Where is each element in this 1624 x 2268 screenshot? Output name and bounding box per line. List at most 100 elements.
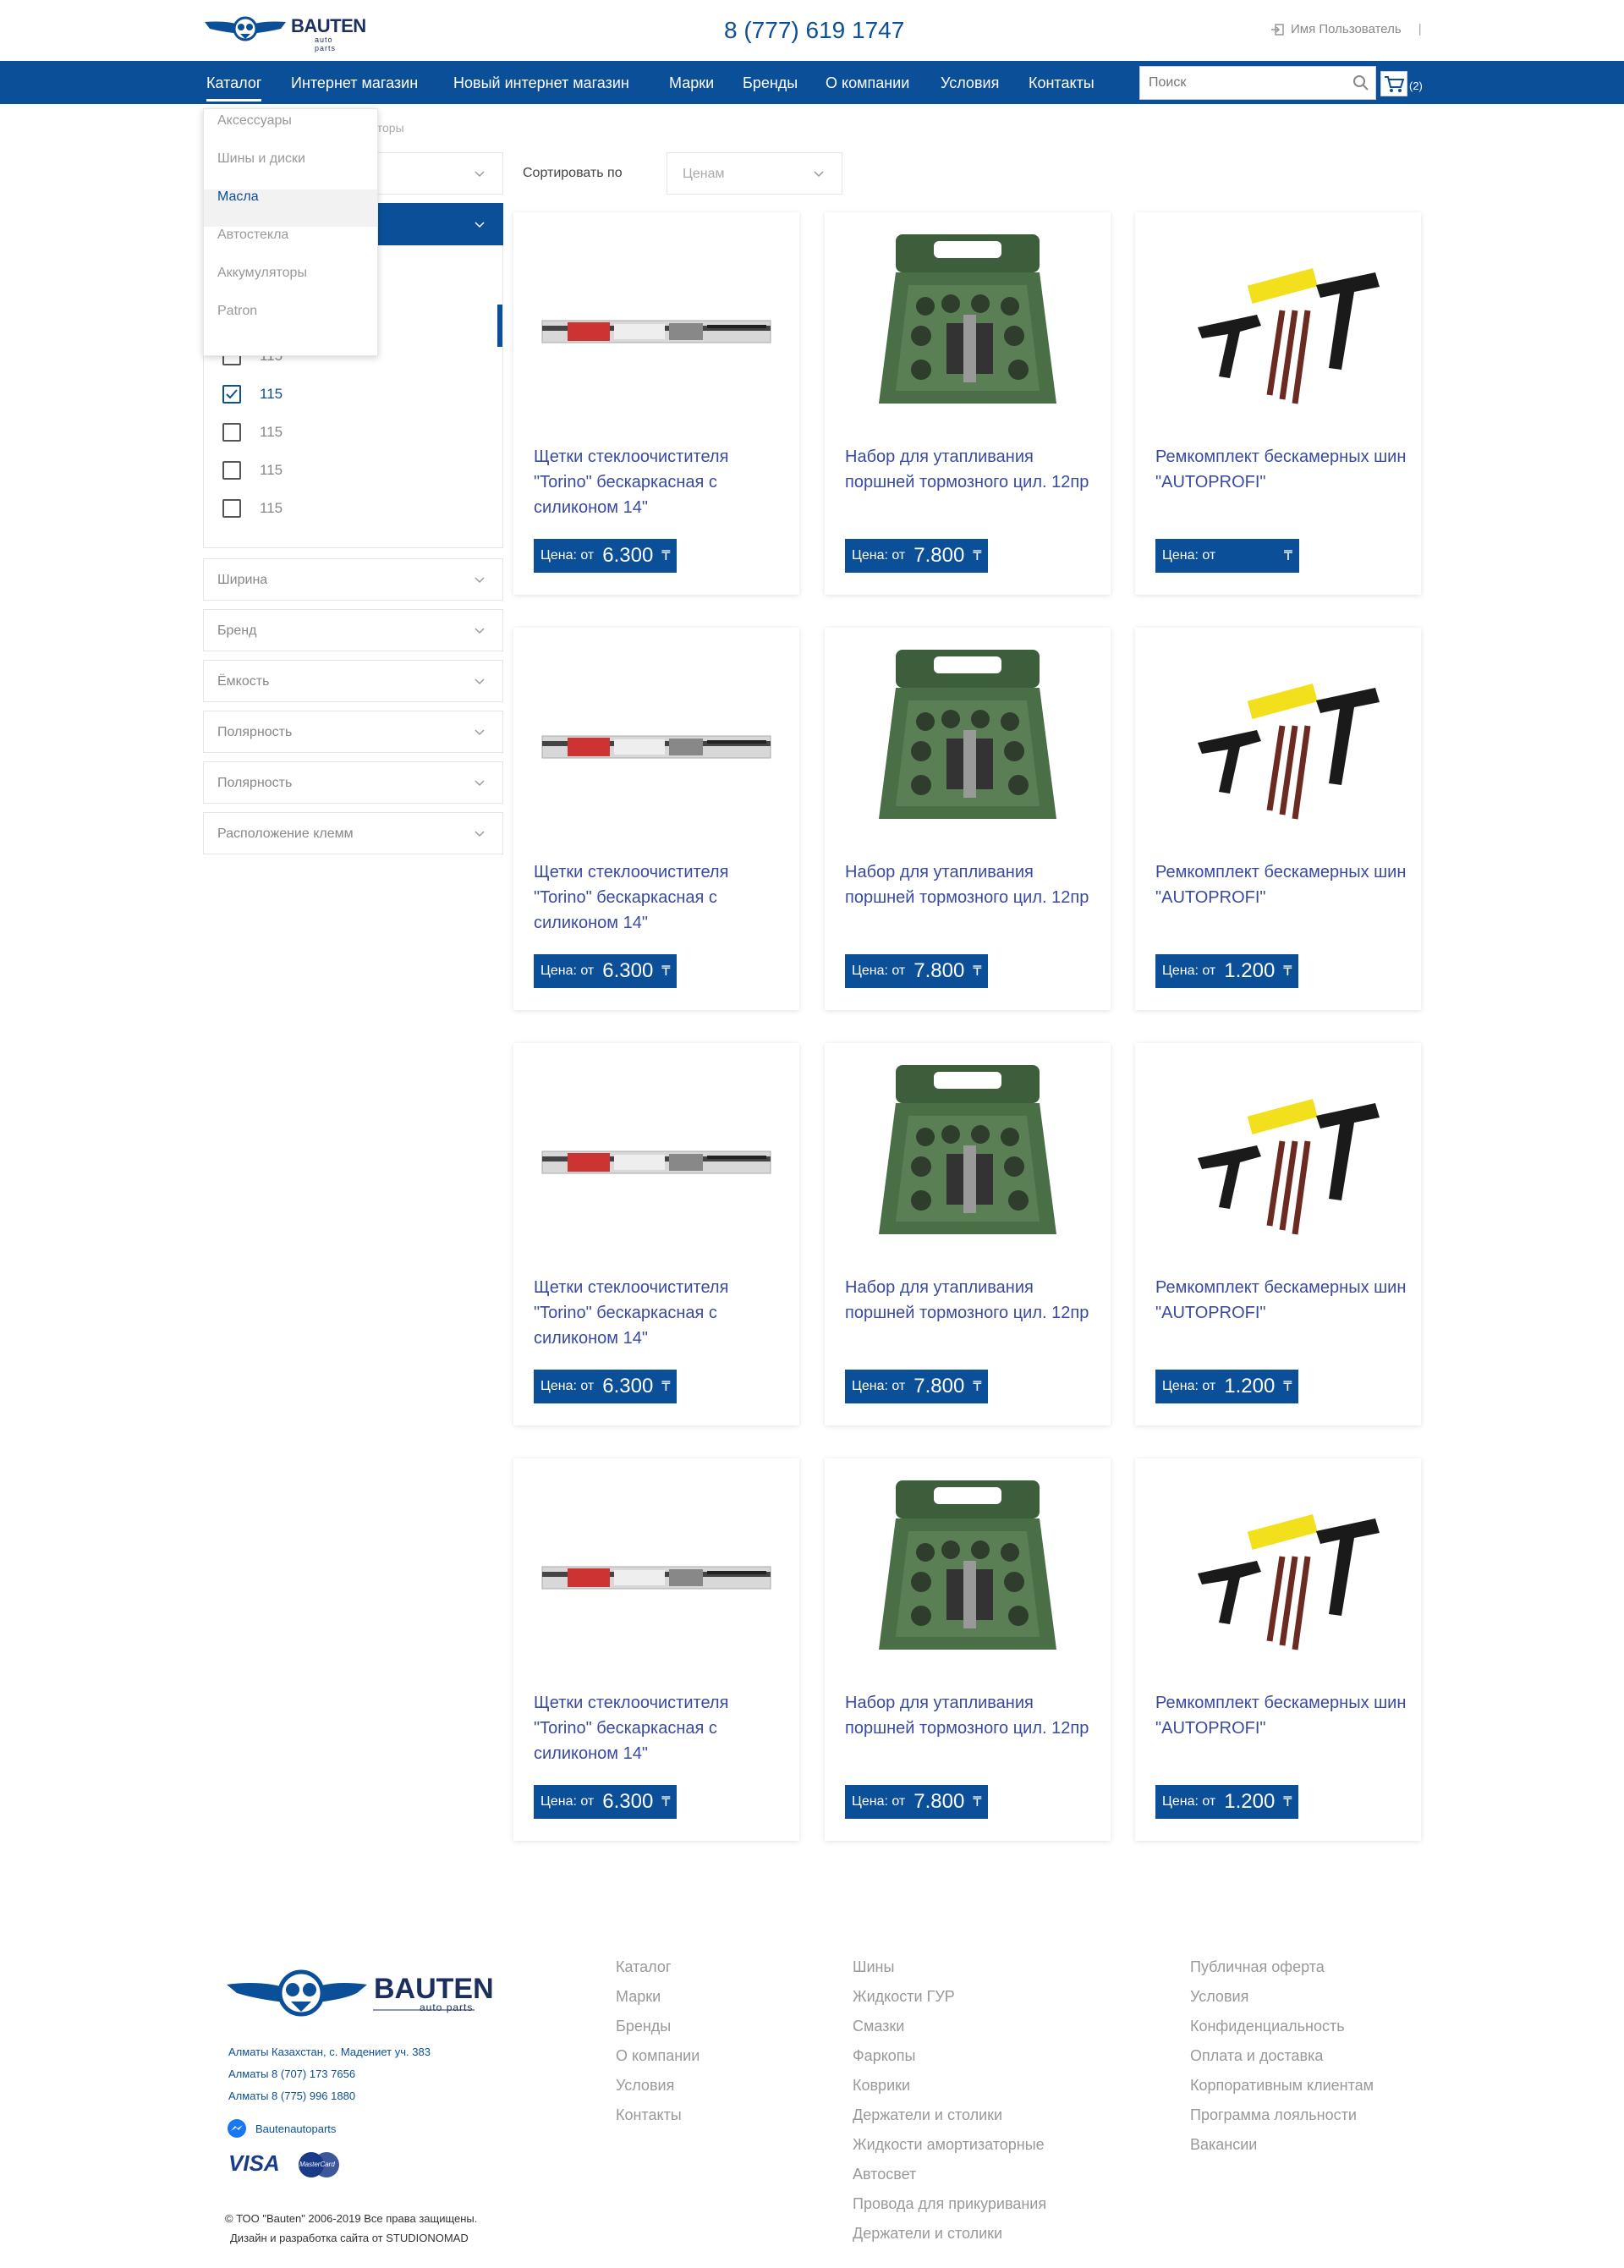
product-image[interactable] xyxy=(1155,226,1401,437)
product-card[interactable]: Ремкомплект бескамерных шин "AUTOPROFI" Ц… xyxy=(1135,1043,1421,1425)
nav-item-brands[interactable]: Бренды xyxy=(743,74,798,92)
product-card[interactable]: Ремкомплект бескамерных шин "AUTOPROFI" Ц… xyxy=(1135,628,1421,1010)
footer-link-info[interactable]: Корпоративным клиентам xyxy=(1190,2077,1374,2095)
product-card[interactable]: Щетки стеклоочистителя "Torino" бескарка… xyxy=(513,212,799,595)
product-image[interactable] xyxy=(1155,1472,1401,1683)
nav-item-about[interactable]: О компании xyxy=(826,74,909,92)
product-title[interactable]: Ремкомплект бескамерных шин "AUTOPROFI" xyxy=(1155,1275,1409,1326)
footer-logo[interactable]: BAUTEN auto parts xyxy=(225,1961,494,2022)
dropdown-item-accessories[interactable]: Аксессуары xyxy=(204,113,377,151)
product-image[interactable] xyxy=(534,1057,779,1268)
product-card[interactable]: Щетки стеклоочистителя "Torino" бескарка… xyxy=(513,1458,799,1841)
dropdown-item-oils[interactable]: Масла xyxy=(204,189,377,227)
product-image[interactable] xyxy=(845,641,1090,853)
footer-link-info[interactable]: Вакансии xyxy=(1190,2136,1257,2154)
dropdown-item-patron[interactable]: Patron xyxy=(204,304,377,341)
product-image[interactable] xyxy=(1155,641,1401,853)
product-card[interactable]: Ремкомплект бескамерных шин "AUTOPROFI" Ц… xyxy=(1135,1458,1421,1841)
product-title[interactable]: Набор для утапливания поршней тормозного… xyxy=(845,1690,1099,1741)
product-image[interactable] xyxy=(534,226,779,437)
filter-checkbox-row[interactable]: 115 xyxy=(222,385,283,404)
nav-item-conditions[interactable]: Условия xyxy=(941,74,999,92)
header-phone[interactable]: 8 (777) 619 1747 xyxy=(724,17,904,44)
footer-link-main[interactable]: О компании xyxy=(616,2047,700,2065)
product-card[interactable]: Ремкомплект бескамерных шин "AUTOPROFI" Ц… xyxy=(1135,212,1421,595)
footer-design-credit[interactable]: Дизайн и разработка сайта от STUDIONOMAD xyxy=(230,2232,469,2244)
filter-group-polarity-2[interactable]: Полярность xyxy=(203,761,503,804)
product-image[interactable] xyxy=(845,1472,1090,1683)
filter-group-polarity[interactable]: Полярность xyxy=(203,711,503,753)
site-logo[interactable]: BAUTEN auto parts xyxy=(203,12,366,52)
product-image[interactable] xyxy=(534,1472,779,1683)
product-card[interactable]: Набор для утапливания поршней тормозного… xyxy=(825,212,1111,595)
footer-link-main[interactable]: Бренды xyxy=(616,2018,671,2035)
footer-messenger[interactable]: Bautenautoparts xyxy=(227,2118,336,2139)
product-title[interactable]: Щетки стеклоочистителя "Torino" бескарка… xyxy=(534,1690,787,1766)
product-title[interactable]: Ремкомплект бескамерных шин "AUTOPROFI" xyxy=(1155,444,1409,495)
product-title[interactable]: Набор для утапливания поршней тормозного… xyxy=(845,1275,1099,1326)
product-card[interactable]: Набор для утапливания поршней тормозного… xyxy=(825,1458,1111,1841)
footer-link-main[interactable]: Условия xyxy=(616,2077,674,2095)
nav-item-catalog[interactable]: Каталог xyxy=(206,74,262,102)
product-title[interactable]: Ремкомплект бескамерных шин "AUTOPROFI" xyxy=(1155,1690,1409,1741)
dropdown-item-glass[interactable]: Автостекла xyxy=(204,228,377,265)
filter-checkbox-row[interactable]: 115 xyxy=(222,499,283,518)
footer-phone-2[interactable]: Алматы 8 (775) 996 1880 xyxy=(228,2090,355,2102)
product-image[interactable] xyxy=(534,641,779,853)
product-title[interactable]: Щетки стеклоочистителя "Torino" бескарка… xyxy=(534,859,787,936)
nav-item-contacts[interactable]: Контакты xyxy=(1029,74,1095,92)
footer-link-category[interactable]: Провода для прикуривания xyxy=(853,2195,1046,2213)
checkbox-checked[interactable] xyxy=(222,385,241,404)
footer-link-info[interactable]: Программа лояльности xyxy=(1190,2106,1357,2124)
footer-link-category[interactable]: Смазки xyxy=(853,2018,904,2035)
product-image[interactable] xyxy=(845,226,1090,437)
search-icon[interactable] xyxy=(1352,74,1370,92)
checkbox[interactable] xyxy=(222,423,241,442)
nav-item-online-store[interactable]: Интернет магазин xyxy=(291,74,418,92)
filter-group-terminals[interactable]: Расположение клемм xyxy=(203,812,503,854)
footer-link-info[interactable]: Публичная оферта xyxy=(1190,1958,1325,1976)
product-title[interactable]: Набор для утапливания поршней тормозного… xyxy=(845,444,1099,495)
footer-link-category[interactable]: Фаркопы xyxy=(853,2047,915,2065)
footer-link-category[interactable]: Шины xyxy=(853,1958,894,1976)
footer-link-category[interactable]: Автосвет xyxy=(853,2166,916,2183)
footer-link-main[interactable]: Марки xyxy=(616,1988,661,2006)
filter-group-width[interactable]: Ширина xyxy=(203,558,503,601)
nav-item-new-online-store[interactable]: Новый интернет магазин xyxy=(453,74,629,92)
filter-scrollbar[interactable] xyxy=(497,305,502,347)
product-title[interactable]: Щетки стеклоочистителя "Torino" бескарка… xyxy=(534,1275,787,1351)
product-image[interactable] xyxy=(1155,1057,1401,1268)
footer-link-category[interactable]: Коврики xyxy=(853,2077,910,2095)
checkbox[interactable] xyxy=(222,461,241,480)
product-title[interactable]: Набор для утапливания поршней тормозного… xyxy=(845,859,1099,910)
filter-group-brand[interactable]: Бренд xyxy=(203,609,503,651)
footer-link-info[interactable]: Условия xyxy=(1190,1988,1248,2006)
dropdown-item-tires[interactable]: Шины и диски xyxy=(204,151,377,189)
filter-checkbox-row[interactable]: 115 xyxy=(222,461,283,480)
cart-button[interactable] xyxy=(1380,71,1407,96)
sort-select[interactable]: Ценам xyxy=(667,152,842,195)
footer-link-info[interactable]: Оплата и доставка xyxy=(1190,2047,1323,2065)
product-title[interactable]: Щетки стеклоочистителя "Torino" бескарка… xyxy=(534,444,787,520)
nav-item-marks[interactable]: Марки xyxy=(669,74,714,92)
footer-link-main[interactable]: Контакты xyxy=(616,2106,682,2124)
footer-link-category[interactable]: Держатели и столики xyxy=(853,2106,1002,2124)
footer-link-category[interactable]: Жидкости амортизаторные xyxy=(853,2136,1045,2154)
dropdown-item-batteries[interactable]: Аккумуляторы xyxy=(204,266,377,303)
filter-checkbox-row[interactable]: 115 xyxy=(222,423,283,442)
footer-link-category[interactable]: Жидкости ГУР xyxy=(853,1988,955,2006)
user-menu[interactable]: Имя Пользователь | xyxy=(1270,22,1422,36)
footer-link-category[interactable]: Держатели и столики xyxy=(853,2225,1002,2243)
footer-link-main[interactable]: Каталог xyxy=(616,1958,671,1976)
product-card[interactable]: Набор для утапливания поршней тормозного… xyxy=(825,1043,1111,1425)
search-input[interactable] xyxy=(1140,67,1335,99)
product-card[interactable]: Щетки стеклоочистителя "Torino" бескарка… xyxy=(513,628,799,1010)
footer-link-info[interactable]: Конфиденциальность xyxy=(1190,2018,1345,2035)
filter-group-capacity[interactable]: Ёмкость xyxy=(203,660,503,702)
product-image[interactable] xyxy=(845,1057,1090,1268)
product-card[interactable]: Набор для утапливания поршней тормозного… xyxy=(825,628,1111,1010)
product-title[interactable]: Ремкомплект бескамерных шин "AUTOPROFI" xyxy=(1155,859,1409,910)
footer-phone-1[interactable]: Алматы 8 (707) 173 7656 xyxy=(228,2068,355,2080)
checkbox[interactable] xyxy=(222,499,241,518)
product-card[interactable]: Щетки стеклоочистителя "Torino" бескарка… xyxy=(513,1043,799,1425)
